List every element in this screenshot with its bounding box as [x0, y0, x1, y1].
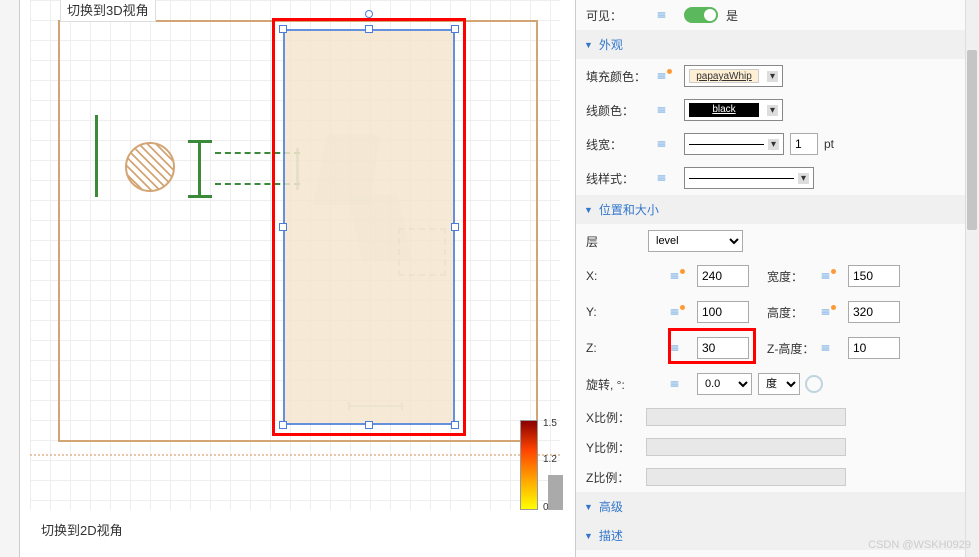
scale-z-slider[interactable]	[646, 468, 846, 486]
scale-y-slider[interactable]	[646, 438, 846, 456]
rotate-value-select[interactable]: 0.0	[697, 373, 752, 395]
switch-2d-button[interactable]: 切换到2D视角	[35, 518, 129, 541]
x-input[interactable]	[697, 265, 749, 287]
layer-label: 层	[586, 233, 648, 250]
selected-rectangle[interactable]	[283, 29, 455, 425]
resize-handle-e[interactable]	[451, 223, 459, 231]
green-bar-shape[interactable]	[95, 115, 98, 197]
scale-x-label: X比例：	[586, 409, 646, 426]
bind-icon[interactable]	[671, 341, 689, 355]
guide-line	[30, 454, 560, 456]
resize-handle-se[interactable]	[451, 421, 459, 429]
scale-y-label: Y比例：	[586, 439, 646, 456]
bind-icon[interactable]	[822, 305, 840, 319]
layer-select[interactable]: level	[648, 230, 743, 252]
bind-icon[interactable]	[658, 8, 676, 22]
fill-color-row: 填充颜色： papayaWhip	[576, 59, 979, 93]
fill-color-dropdown[interactable]: papayaWhip	[684, 65, 783, 87]
line-width-style-dropdown[interactable]	[684, 133, 784, 155]
resize-handle-nw[interactable]	[279, 25, 287, 33]
y-input[interactable]	[697, 301, 749, 323]
canvas-area: 切换到3D视角 切换到2D视角 1.5 1.2 0.7	[0, 0, 570, 557]
resize-handle-s[interactable]	[365, 421, 373, 429]
line-width-label: 线宽：	[586, 136, 658, 153]
bind-icon[interactable]	[822, 269, 840, 283]
line-color-dropdown[interactable]: black	[684, 99, 783, 121]
ibeam-shape[interactable]	[188, 140, 212, 198]
section-advanced[interactable]: 高级	[576, 492, 979, 521]
resize-handle-sw[interactable]	[279, 421, 287, 429]
bind-icon[interactable]	[658, 137, 676, 151]
rotate-handle[interactable]	[365, 10, 373, 18]
visible-label: 可见：	[586, 7, 658, 24]
bind-icon[interactable]	[658, 69, 676, 83]
visibility-row: 可见： 是	[576, 0, 979, 30]
y-label: Y:	[586, 305, 671, 319]
bind-icon[interactable]	[658, 171, 676, 185]
watermark: CSDN @WSKH0929	[868, 539, 971, 551]
panel-scrollbar[interactable]	[965, 0, 979, 557]
x-label: X:	[586, 269, 671, 283]
color-legend	[520, 420, 538, 510]
color-swatch-icon: papayaWhip	[689, 69, 759, 83]
line-style-dropdown[interactable]	[684, 167, 814, 189]
z-label: Z:	[586, 341, 671, 355]
fill-label: 填充颜色：	[586, 68, 658, 85]
bind-icon[interactable]	[671, 305, 689, 319]
section-appearance[interactable]: 外观	[576, 30, 979, 59]
color-swatch-icon: black	[689, 103, 759, 117]
switch-3d-button[interactable]: 切换到3D视角	[60, 0, 156, 22]
resize-handle-n[interactable]	[365, 25, 373, 33]
z-height-input[interactable]	[848, 337, 900, 359]
width-input[interactable]	[848, 265, 900, 287]
properties-panel: 可见： 是 外观 填充颜色： papayaWhip 线颜色： black 线宽：…	[575, 0, 979, 557]
bind-icon[interactable]	[658, 103, 676, 117]
visible-toggle[interactable]	[684, 7, 718, 23]
legend-tick: 1.5	[543, 418, 557, 429]
scale-x-row: X比例：	[576, 402, 979, 432]
scroll-thumb[interactable]	[967, 50, 977, 230]
rotate-row: 旋转, °: 0.0 度	[576, 366, 979, 402]
unit-label: pt	[824, 137, 834, 151]
scale-x-slider[interactable]	[646, 408, 846, 426]
rotate-unit-select[interactable]: 度	[758, 373, 800, 395]
z-input[interactable]	[697, 337, 749, 359]
scale-z-label: Z比例：	[586, 469, 646, 486]
height-label: 高度：	[767, 304, 822, 321]
rotate-icon[interactable]	[805, 375, 823, 393]
gray-indicator	[548, 475, 563, 510]
line-color-row: 线颜色： black	[576, 93, 979, 127]
layer-row: 层 level	[576, 224, 979, 258]
line-width-input[interactable]	[790, 133, 818, 155]
line-style-label: 线样式：	[586, 170, 658, 187]
left-toolbar	[0, 0, 20, 557]
resize-handle-w[interactable]	[279, 223, 287, 231]
circle-shape[interactable]	[125, 142, 175, 192]
z-row: Z: Z-高度：	[576, 330, 979, 366]
z-height-label: Z-高度：	[767, 340, 822, 357]
line-color-label: 线颜色：	[586, 102, 658, 119]
visible-value: 是	[726, 7, 738, 24]
resize-handle-ne[interactable]	[451, 25, 459, 33]
rotate-label: 旋转, °:	[586, 376, 671, 393]
height-input[interactable]	[848, 301, 900, 323]
width-label: 宽度：	[767, 268, 822, 285]
line-width-row: 线宽： pt	[576, 127, 979, 161]
bind-icon[interactable]	[671, 269, 689, 283]
y-row: Y: 高度：	[576, 294, 979, 330]
bind-icon[interactable]	[671, 377, 689, 391]
bind-icon[interactable]	[822, 341, 840, 355]
scale-z-row: Z比例：	[576, 462, 979, 492]
scale-y-row: Y比例：	[576, 432, 979, 462]
section-position[interactable]: 位置和大小	[576, 195, 979, 224]
x-row: X: 宽度：	[576, 258, 979, 294]
line-style-row: 线样式：	[576, 161, 979, 195]
legend-tick: 1.2	[543, 454, 557, 465]
